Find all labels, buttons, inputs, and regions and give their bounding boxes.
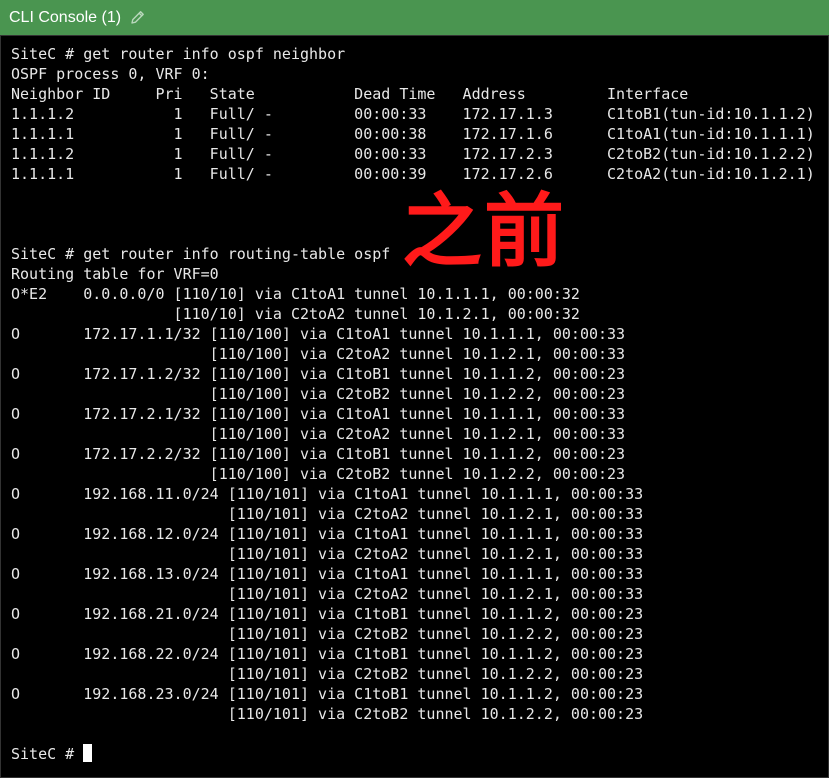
console-line: O 192.168.11.0/24 [110/101] via C1toA1 t…: [11, 485, 644, 503]
console-line: 1.1.1.2 1 Full/ - 00:00:33 172.17.2.3 C2…: [11, 145, 815, 163]
console-line: O 172.17.2.1/32 [110/100] via C1toA1 tun…: [11, 405, 626, 423]
console-line: Neighbor ID Pri State Dead Time Address …: [11, 85, 689, 103]
pencil-icon[interactable]: [129, 9, 146, 26]
prompt-line: SiteC #: [11, 744, 815, 764]
console-line: O 172.17.1.1/32 [110/100] via C1toA1 tun…: [11, 325, 626, 343]
console-line: SiteC # get router info ospf neighbor: [11, 45, 346, 63]
console-line: [110/101] via C2toB2 tunnel 10.1.2.2, 00…: [11, 625, 644, 643]
console-line: [110/101] via C2toB2 tunnel 10.1.2.2, 00…: [11, 665, 644, 683]
console-line: 1.1.1.1 1 Full/ - 00:00:39 172.17.2.6 C2…: [11, 165, 815, 183]
console-line: O 172.17.2.2/32 [110/100] via C1toB1 tun…: [11, 445, 626, 463]
console-line: [110/101] via C2toA2 tunnel 10.1.2.1, 00…: [11, 545, 644, 563]
console-line: O 192.168.21.0/24 [110/101] via C1toB1 t…: [11, 605, 644, 623]
console-line: O 172.17.1.2/32 [110/100] via C1toB1 tun…: [11, 365, 626, 383]
console-line: [110/101] via C2toA2 tunnel 10.1.2.1, 00…: [11, 585, 644, 603]
console-line: O 192.168.12.0/24 [110/101] via C1toA1 t…: [11, 525, 644, 543]
annotation-text: 之前: [402, 185, 566, 278]
cli-console[interactable]: SiteC # get router info ospf neighbor OSP…: [0, 35, 829, 778]
console-line: O 192.168.13.0/24 [110/101] via C1toA1 t…: [11, 565, 644, 583]
console-line: [110/100] via C2toA2 tunnel 10.1.2.1, 00…: [11, 345, 626, 363]
window-title: CLI Console (1): [9, 8, 122, 26]
console-line: [110/10] via C2toA2 tunnel 10.1.2.1, 00:…: [11, 305, 580, 323]
cursor: [83, 744, 93, 762]
console-line: [110/101] via C2toB2 tunnel 10.1.2.2, 00…: [11, 705, 644, 723]
console-line: [110/100] via C2toA2 tunnel 10.1.2.1, 00…: [11, 425, 626, 443]
console-line: OSPF process 0, VRF 0:: [11, 65, 210, 83]
console-line: O 192.168.22.0/24 [110/101] via C1toB1 t…: [11, 645, 644, 663]
console-output: SiteC # get router info ospf neighbor OSP…: [11, 44, 815, 764]
console-titlebar: CLI Console (1): [0, 0, 829, 35]
console-line: O*E2 0.0.0.0/0 [110/10] via C1toA1 tunne…: [11, 285, 580, 303]
console-line: O 192.168.23.0/24 [110/101] via C1toB1 t…: [11, 685, 644, 703]
console-line: 1.1.1.1 1 Full/ - 00:00:38 172.17.1.6 C1…: [11, 125, 815, 143]
console-line: [110/100] via C2toB2 tunnel 10.1.2.2, 00…: [11, 465, 626, 483]
console-line: [110/100] via C2toB2 tunnel 10.1.2.2, 00…: [11, 385, 626, 403]
console-line: 1.1.1.2 1 Full/ - 00:00:33 172.17.1.3 C1…: [11, 105, 815, 123]
console-line: [110/101] via C2toA2 tunnel 10.1.2.1, 00…: [11, 505, 644, 523]
